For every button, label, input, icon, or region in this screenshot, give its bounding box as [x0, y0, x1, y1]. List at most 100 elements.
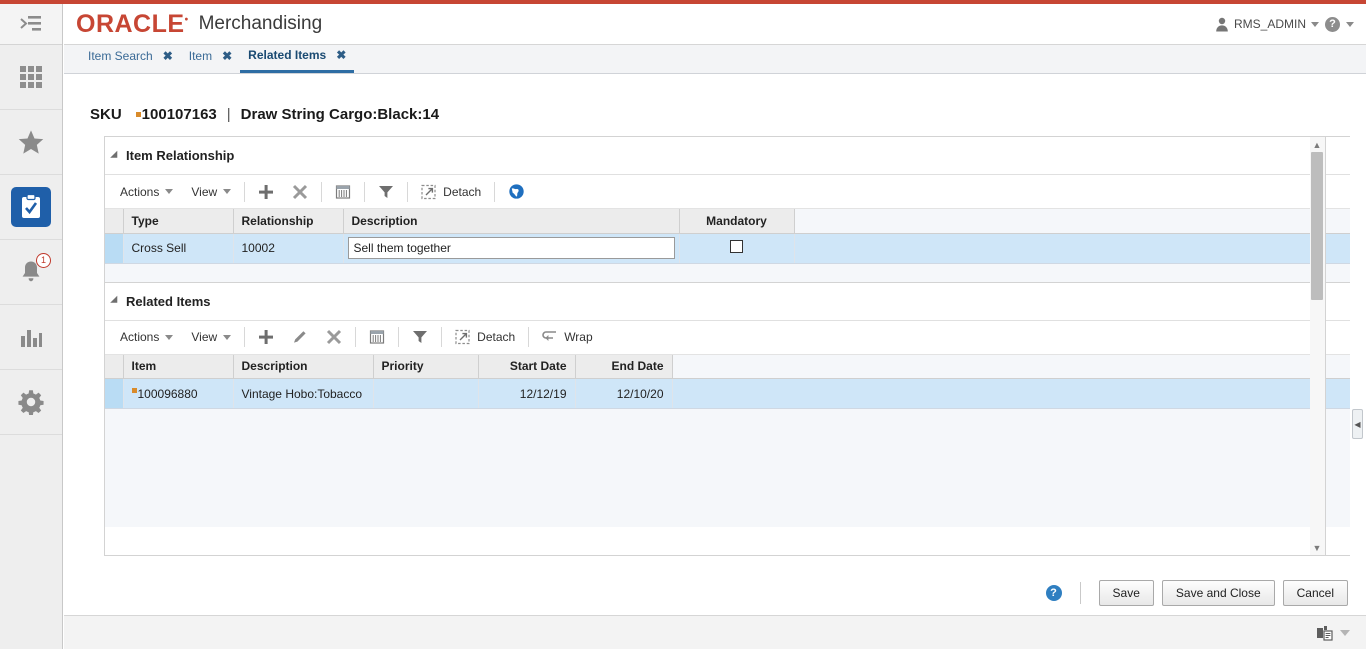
related-items-grid-wrap: Item Description Priority Start Date End…: [105, 354, 1350, 527]
column-header-description[interactable]: Description: [342, 209, 680, 234]
actions-menu-button[interactable]: Actions: [111, 179, 182, 205]
cell-start-date: 12/12/19: [477, 378, 576, 409]
wrap-button[interactable]: Wrap: [533, 324, 601, 350]
panel-collapse-handle[interactable]: ◀: [1352, 409, 1363, 439]
column-header-type[interactable]: Type: [122, 209, 234, 234]
edit-pencil-icon: [294, 331, 306, 343]
reports-bar-chart-icon: [21, 330, 42, 347]
apps-icon-box: [11, 57, 51, 97]
column-header-mandatory[interactable]: Mandatory: [678, 209, 795, 234]
scroll-down-arrow-icon[interactable]: ▼: [1310, 540, 1324, 555]
detach-button[interactable]: Detach: [412, 179, 490, 205]
menu-collapse-button[interactable]: [0, 4, 62, 45]
content-scrollbar[interactable]: ▲ ▼: [1310, 136, 1326, 556]
column-header-relationship[interactable]: Relationship: [232, 209, 344, 234]
chevron-down-icon: [223, 189, 232, 194]
tab-close-icon[interactable]: ✖: [222, 49, 232, 63]
item-relationship-panel: Item Relationship Actions View Detach Ty…: [105, 137, 1350, 283]
cancel-button[interactable]: Cancel: [1282, 579, 1348, 606]
delete-row-button[interactable]: [283, 179, 317, 205]
actions-label: Actions: [120, 184, 160, 199]
cell-mandatory[interactable]: [678, 233, 795, 264]
description-input[interactable]: [347, 237, 675, 259]
sidebar-item-notifications[interactable]: 1: [0, 240, 62, 305]
delete-row-button[interactable]: [317, 324, 351, 350]
sidebar-item-apps[interactable]: [0, 45, 62, 110]
grid-bottom-space: [105, 263, 1350, 282]
printer-device-icon[interactable]: [1316, 625, 1334, 641]
scrollbar-thumb[interactable]: [1311, 152, 1323, 300]
detach-icon: [455, 329, 470, 345]
related-items-table: Item Description Priority Start Date End…: [105, 354, 1350, 409]
add-row-button[interactable]: [249, 179, 283, 205]
save-button[interactable]: Save: [1098, 579, 1154, 606]
chevron-down-icon: [165, 189, 174, 194]
toolbar-divider: [244, 181, 246, 202]
mandatory-checkbox[interactable]: [730, 240, 743, 253]
app-title: Merchandising: [198, 13, 323, 34]
help-icon[interactable]: ?: [1325, 16, 1340, 32]
cell-type: Cross Sell: [122, 233, 234, 264]
tab-item[interactable]: Item ✖: [181, 45, 240, 73]
table-row[interactable]: 100096880 Vintage Hobo:Tobacco 12/12/19 …: [105, 378, 1350, 409]
sidebar-item-reports[interactable]: [0, 305, 62, 370]
add-row-button[interactable]: [249, 324, 283, 350]
tab-related-items[interactable]: Related Items ✖: [240, 45, 355, 73]
filter-button[interactable]: [369, 179, 403, 205]
edit-row-button[interactable]: [283, 324, 317, 350]
required-marker-icon: [135, 112, 141, 117]
view-menu-button[interactable]: View: [182, 179, 240, 205]
status-chevron-down-icon[interactable]: [1340, 629, 1350, 636]
collapse-disclosure-icon[interactable]: [110, 295, 121, 307]
actions-menu-button[interactable]: Actions: [111, 324, 182, 350]
tab-label: Related Items: [248, 47, 327, 62]
save-and-close-button[interactable]: Save and Close: [1161, 579, 1275, 606]
toolbar-divider: [364, 181, 366, 202]
cell-item: 100096880: [122, 378, 234, 409]
tasks-icon-box: [11, 187, 51, 227]
row-selector-cell[interactable]: [105, 378, 124, 409]
trademark-mark: •: [184, 14, 189, 26]
export-spreadsheet-button[interactable]: [360, 324, 394, 350]
help-chevron-down-icon[interactable]: [1346, 21, 1354, 27]
add-plus-icon: [259, 184, 274, 199]
column-header-end-date[interactable]: End Date: [574, 354, 673, 379]
cell-description: Vintage Hobo:Tobacco: [232, 378, 374, 409]
detach-button[interactable]: Detach: [446, 324, 524, 350]
export-spreadsheet-button[interactable]: [326, 179, 360, 205]
sidebar-item-settings[interactable]: [0, 370, 62, 435]
detach-label: Detach: [477, 330, 516, 344]
sidebar-item-tasks[interactable]: [0, 175, 62, 240]
column-header-priority[interactable]: Priority: [372, 354, 479, 379]
cell-end-date: 12/10/20: [574, 378, 673, 409]
row-selector-cell[interactable]: [105, 233, 124, 264]
filter-funnel-icon: [379, 185, 394, 198]
collapse-disclosure-icon[interactable]: [110, 150, 121, 161]
table-header-row: Type Relationship Description Mandatory: [105, 209, 1350, 234]
view-menu-button[interactable]: View: [182, 324, 240, 350]
filter-funnel-icon: [413, 331, 428, 343]
tasks-clipboard-icon: [22, 194, 40, 218]
tab-close-icon[interactable]: ✖: [163, 49, 173, 63]
detach-label: Detach: [443, 184, 482, 199]
translate-button[interactable]: [499, 179, 534, 205]
help-question-icon[interactable]: ?: [1045, 584, 1062, 601]
table-row[interactable]: Cross Sell 10002: [105, 233, 1350, 264]
section-title: Item Relationship: [126, 148, 235, 163]
related-items-panel: Related Items Actions View Detach Wrap I…: [105, 282, 1350, 527]
toolbar-divider: [321, 181, 323, 202]
favorites-icon-box: [11, 122, 51, 162]
filter-button[interactable]: [403, 324, 437, 350]
export-spreadsheet-icon: [336, 184, 351, 199]
oracle-logo-text: ORACLE: [76, 9, 185, 38]
column-header-description[interactable]: Description: [232, 354, 374, 379]
tab-item-search[interactable]: Item Search ✖: [80, 45, 181, 73]
cell-description[interactable]: [342, 233, 680, 264]
sidebar-item-favorites[interactable]: [0, 110, 62, 175]
tab-close-icon[interactable]: ✖: [336, 48, 346, 62]
settings-icon-box: [11, 382, 51, 422]
user-menu-button[interactable]: RMS_ADMIN: [1215, 17, 1319, 32]
column-header-item[interactable]: Item: [122, 354, 234, 379]
column-header-start-date[interactable]: Start Date: [477, 354, 576, 379]
scroll-up-arrow-icon[interactable]: ▲: [1310, 137, 1324, 152]
